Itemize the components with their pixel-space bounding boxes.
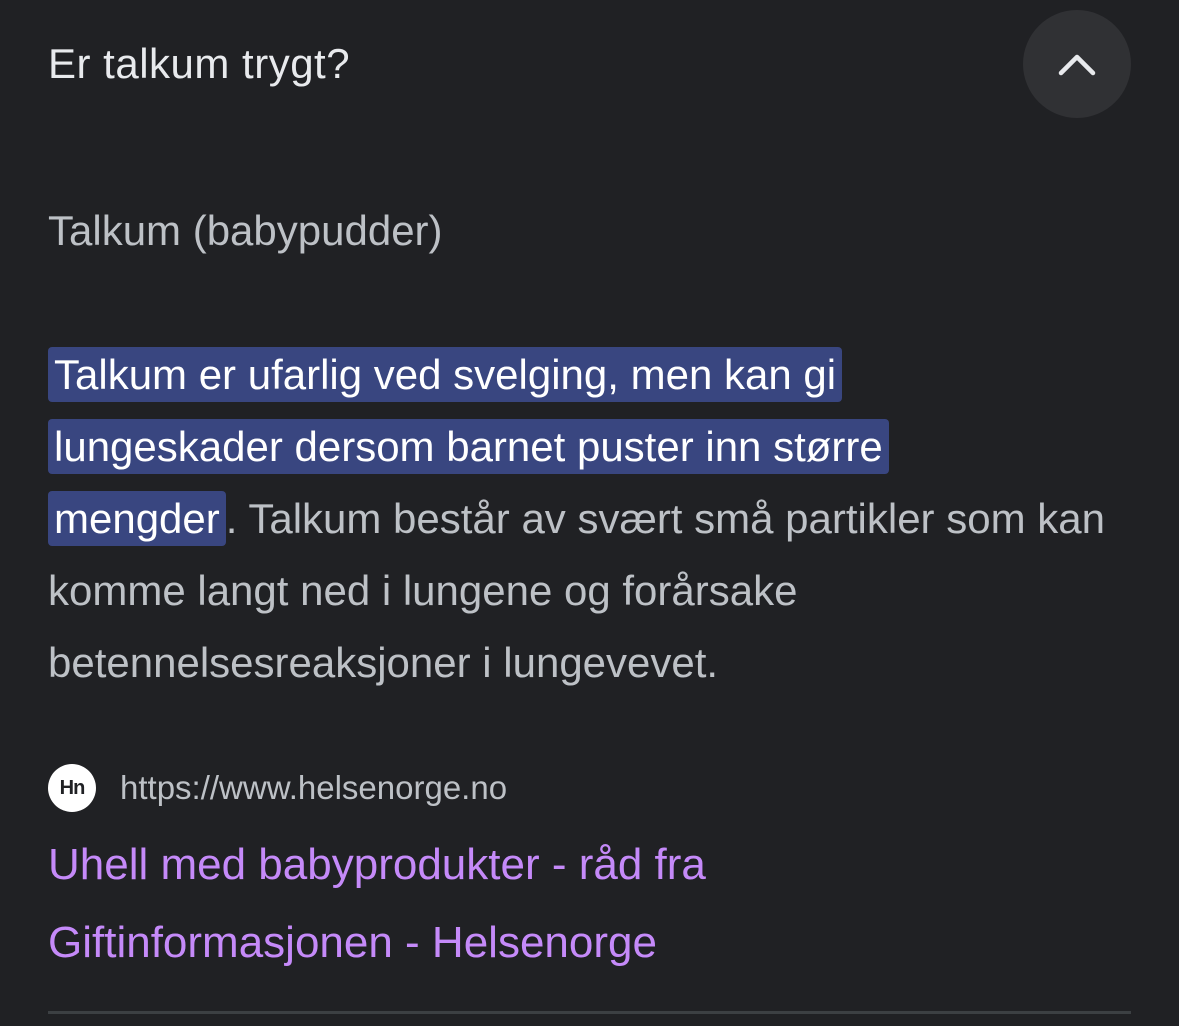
result-link[interactable]: Uhell med babyprodukter - råd fra Giftin… [48, 826, 948, 982]
source-url[interactable]: https://www.helsenorge.no [120, 764, 507, 812]
highlight-line-2: lungeskader dersom barnet puster inn stø… [54, 423, 883, 470]
answer-text: Talkum er ufarlig ved svelging, men kan … [48, 339, 1138, 699]
question-title[interactable]: Er talkum trygt? [48, 36, 350, 92]
highlight-line-1: Talkum er ufarlig ved svelging, men kan … [54, 351, 837, 398]
chevron-up-icon [1057, 51, 1097, 77]
source-row[interactable]: Hn https://www.helsenorge.no [48, 764, 507, 812]
collapse-button[interactable] [1023, 10, 1131, 118]
faq-card: Er talkum trygt? Talkum (babypudder) Tal… [0, 0, 1179, 1026]
divider [48, 1011, 1131, 1014]
result-link-line-2[interactable]: Giftinformasjonen - Helsenorge [48, 918, 657, 967]
helsenorge-favicon-icon: Hn [48, 764, 96, 812]
answer-subtitle: Talkum (babypudder) [48, 207, 443, 254]
favicon-text: Hn [59, 776, 86, 799]
highlight-line-3: mengder [54, 495, 220, 542]
result-link-line-1[interactable]: Uhell med babyprodukter - råd fra [48, 840, 706, 889]
